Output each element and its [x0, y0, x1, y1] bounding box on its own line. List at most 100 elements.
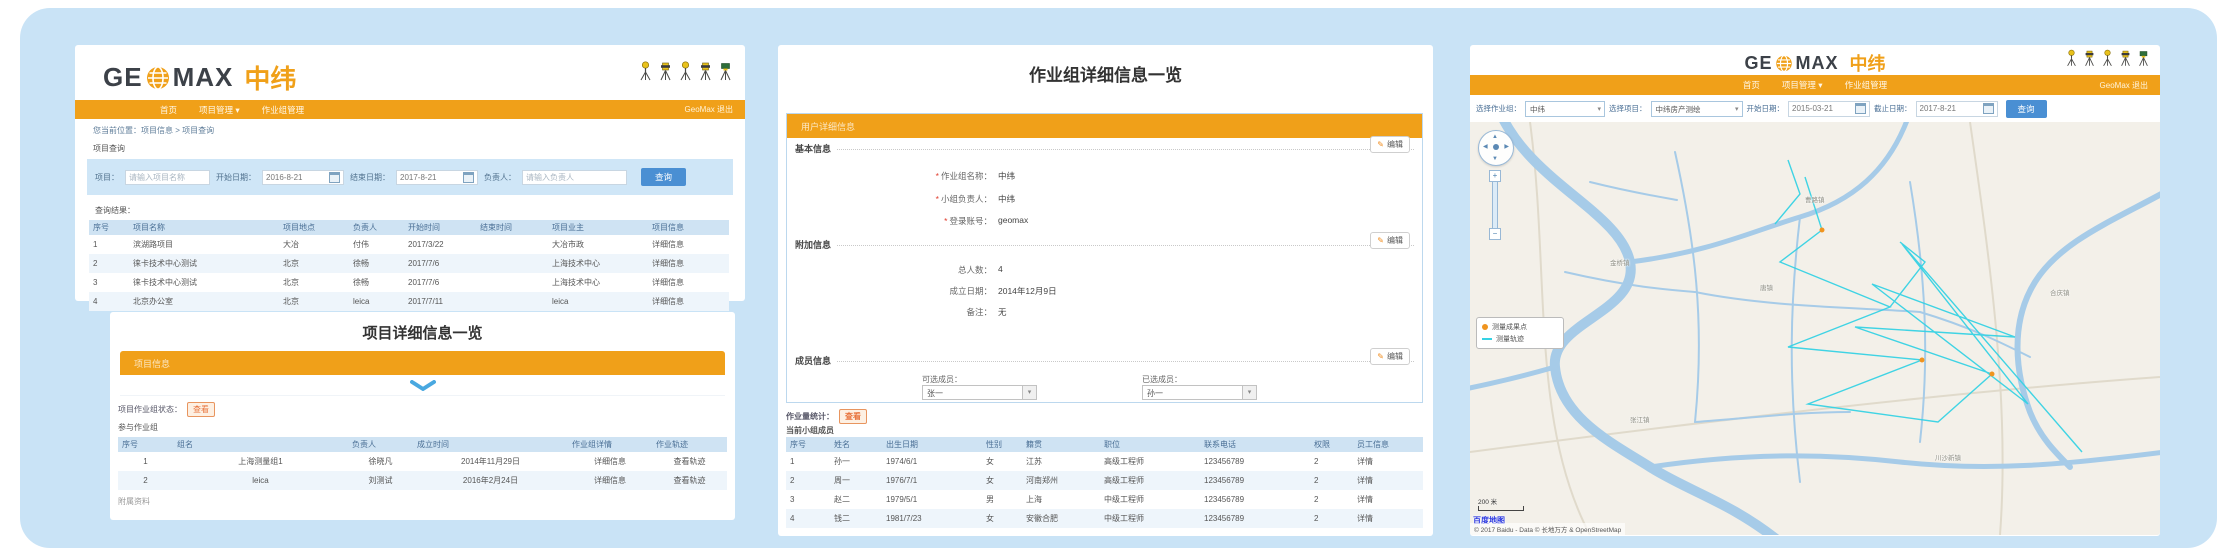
link-cell[interactable]: 详情	[1353, 452, 1423, 471]
map-scale: 200 米	[1478, 496, 1524, 511]
start-date-input[interactable]	[266, 173, 326, 182]
zoom-in-button[interactable]: +	[1489, 170, 1501, 182]
pan-up-icon[interactable]: ▲	[1492, 134, 1498, 140]
zoom-track[interactable]	[1492, 182, 1498, 228]
geomax-logo: GE MAX 中纬	[1744, 50, 1885, 76]
nav-item-home[interactable]: 首页	[160, 104, 177, 116]
nav-item-project-management[interactable]: 项目管理 ▾	[199, 104, 240, 116]
dropdown-arrow-icon[interactable]: ▾	[1022, 386, 1036, 399]
link-cell[interactable]: 详细信息	[648, 292, 729, 311]
select-value: 张一	[927, 389, 943, 398]
column-header: 权限	[1310, 437, 1353, 452]
nav-item-project-management[interactable]: 项目管理 ▾	[1782, 79, 1823, 91]
dropdown-arrow-icon[interactable]: ▾	[1735, 102, 1739, 118]
selected-members-select[interactable]: 孙一▾	[1142, 385, 1257, 400]
chevron-down-icon[interactable]	[410, 380, 436, 391]
table-cell: 徐晓凡	[348, 452, 413, 471]
end-date-field[interactable]	[396, 170, 478, 185]
end-date-field[interactable]	[1916, 101, 1998, 117]
pan-left-icon[interactable]: ◀	[1483, 144, 1488, 150]
section-title: 项目查询	[93, 143, 745, 154]
gnss-receiver-icon	[638, 61, 653, 81]
pan-down-icon[interactable]: ▼	[1492, 156, 1498, 162]
nav-item-workgroup-management[interactable]: 作业组管理	[1845, 79, 1888, 91]
logout-link[interactable]: GeoMax 退出	[2100, 80, 2148, 91]
baidu-map-canvas[interactable]: 曹路镇 金桥镇 唐镇 合庆镇 张江镇 川沙新镇 ▲ ▼ ◀ ▶ + − 测量成果…	[1470, 122, 2160, 535]
field-label: 小组负责人：	[941, 194, 992, 204]
level-instrument-icon	[718, 61, 733, 81]
field-row: 总人数：4	[787, 264, 1422, 276]
link-cell[interactable]: 详细信息	[568, 471, 652, 490]
project-name-input[interactable]	[125, 170, 210, 185]
table-cell: 徕卡技术中心测试	[129, 254, 279, 273]
map-place-label: 曹路镇	[1805, 194, 1825, 204]
members-section-header: 成员信息	[795, 354, 1414, 367]
calendar-icon[interactable]	[463, 172, 474, 183]
page-title: 作业组详细信息一览	[778, 61, 1433, 86]
field-row: *小组负责人：中纬	[787, 193, 1422, 205]
workgroup-select[interactable]: 中纬▾	[1525, 101, 1605, 117]
field-value: 中纬	[998, 170, 1015, 182]
link-cell[interactable]: 详细信息	[648, 235, 729, 254]
pan-control[interactable]: ▲ ▼ ◀ ▶	[1478, 130, 1514, 166]
view-stats-button[interactable]: 查看	[839, 409, 867, 424]
scale-text: 200 米	[1478, 496, 1524, 506]
nav-item-home[interactable]: 首页	[1743, 79, 1760, 91]
start-date-input[interactable]	[1792, 104, 1852, 113]
edit-members-button[interactable]: ✎编辑	[1370, 348, 1410, 365]
main-navbar: 首页 项目管理 ▾ 作业组管理 GeoMax 退出	[75, 100, 745, 119]
workgroup-status-row: 项目作业组状态： 查看	[118, 402, 735, 417]
dropdown-arrow-icon[interactable]: ▾	[1242, 386, 1256, 399]
legend-item[interactable]: 测量轨迹	[1482, 333, 1558, 345]
pan-center-dot[interactable]	[1493, 144, 1499, 150]
view-status-button[interactable]: 查看	[187, 402, 215, 417]
zoom-out-button[interactable]: −	[1489, 228, 1501, 240]
table-cell: 1976/7/1	[882, 471, 982, 490]
calendar-icon[interactable]	[1855, 103, 1866, 114]
link-cell[interactable]: 详情	[1353, 509, 1423, 528]
start-date-field[interactable]	[1788, 101, 1870, 117]
calendar-icon[interactable]	[1983, 103, 1994, 114]
owner-input[interactable]	[522, 170, 627, 185]
link-cell[interactable]: 查看轨迹	[652, 471, 727, 490]
edit-extra-button[interactable]: ✎编辑	[1370, 232, 1410, 249]
nav-item-workgroup-management[interactable]: 作业组管理	[262, 104, 305, 116]
table-cell: 中级工程师	[1100, 490, 1200, 509]
required-star: *	[944, 216, 947, 226]
collapse-row[interactable]	[120, 375, 725, 396]
link-cell[interactable]: 详情	[1353, 471, 1423, 490]
workgroup-detail-window: 作业组详细信息一览 用户详细信息 基本信息 ✎编辑 *作业组名称：中纬 *小组负…	[778, 45, 1433, 536]
field-value: 2014年12月9日	[998, 285, 1057, 297]
table-cell	[476, 254, 548, 273]
link-cell[interactable]: 查看轨迹	[652, 452, 727, 471]
edit-basic-button[interactable]: ✎编辑	[1370, 136, 1410, 153]
column-header: 开始时间	[404, 220, 476, 235]
dropdown-arrow-icon[interactable]: ▾	[1597, 102, 1601, 118]
link-cell[interactable]: 详情	[1353, 490, 1423, 509]
calendar-icon[interactable]	[329, 172, 340, 183]
map-place-label: 川沙新镇	[1935, 452, 1961, 462]
search-button[interactable]: 查询	[641, 168, 686, 186]
link-cell[interactable]: 详细信息	[648, 273, 729, 292]
available-members-select[interactable]: 张一 ▾	[922, 385, 1037, 400]
table-cell: 4	[786, 509, 830, 528]
pan-right-icon[interactable]: ▶	[1504, 144, 1509, 150]
column-header: 项目信息	[648, 220, 729, 235]
logout-link[interactable]: GeoMax 退出	[685, 104, 733, 115]
selected-members-label: 已选成员：	[1142, 374, 1182, 385]
table-cell: 女	[982, 471, 1022, 490]
link-cell[interactable]: 详细信息	[568, 452, 652, 471]
zoom-slider[interactable]: + −	[1489, 170, 1501, 240]
bar-label: 用户详细信息	[801, 120, 855, 133]
legend-item[interactable]: 测量成果点	[1482, 321, 1558, 333]
column-header: 员工信息	[1353, 437, 1423, 452]
track-filter-bar: 选择作业组： 中纬▾ 选择项目： 中纬房产测绘▾ 开始日期： 截止日期： 查询	[1470, 95, 2160, 122]
track-line-icon	[1482, 338, 1492, 340]
extra-info-section-header: 附加信息	[795, 238, 1414, 251]
search-button[interactable]: 查询	[2006, 100, 2047, 118]
project-select[interactable]: 中纬房产测绘▾	[1651, 101, 1743, 117]
link-cell[interactable]: 详细信息	[648, 254, 729, 273]
end-date-input[interactable]	[1920, 104, 1980, 113]
end-date-input[interactable]	[400, 173, 460, 182]
start-date-field[interactable]	[262, 170, 344, 185]
